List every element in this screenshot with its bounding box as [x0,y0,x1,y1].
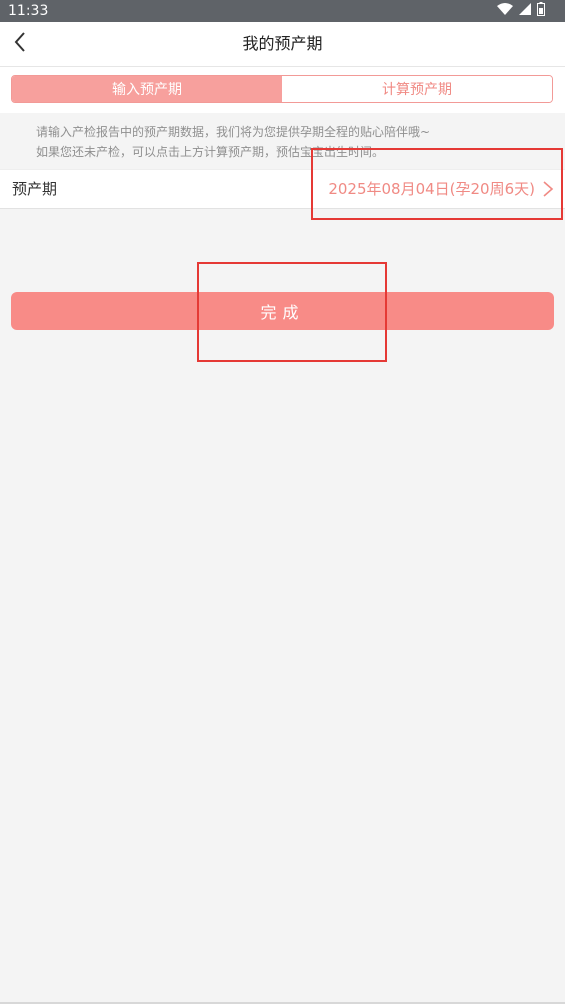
hint-line-2: 如果您还未产检，可以点击上方计算预产期，预估宝宝出生时间。 [36,145,385,159]
status-time: 11:33 [8,3,49,19]
wifi-icon [497,3,513,19]
signal-icon [519,3,531,19]
page-title: 我的预产期 [242,34,323,53]
due-date-row[interactable]: 预产期 2025年08月04日(孕20周6天) [0,169,565,209]
due-date-value[interactable]: 2025年08月04日(孕20周6天) [328,179,535,199]
battery-icon [537,2,545,20]
app-header: 我的预产期 [0,22,565,67]
due-date-label: 预产期 [12,180,58,198]
hint-line-1: 请输入产检报告中的预产期数据，我们将为您提供孕期全程的贴心陪伴哦~ [36,125,431,139]
status-bar: 11:33 [0,0,565,22]
status-icons [497,2,545,20]
tab-switcher: 输入预产期 计算预产期 [11,75,553,103]
tabs-area: 输入预产期 计算预产期 [0,67,565,113]
done-button[interactable]: 完成 [11,292,554,330]
chevron-right-icon [541,181,555,197]
tab-calculate-due-date[interactable]: 计算预产期 [282,76,552,102]
tab-input-due-date[interactable]: 输入预产期 [12,76,282,102]
hint-text: 请输入产检报告中的预产期数据，我们将为您提供孕期全程的贴心陪伴哦~ 如果您还未产… [36,122,546,162]
